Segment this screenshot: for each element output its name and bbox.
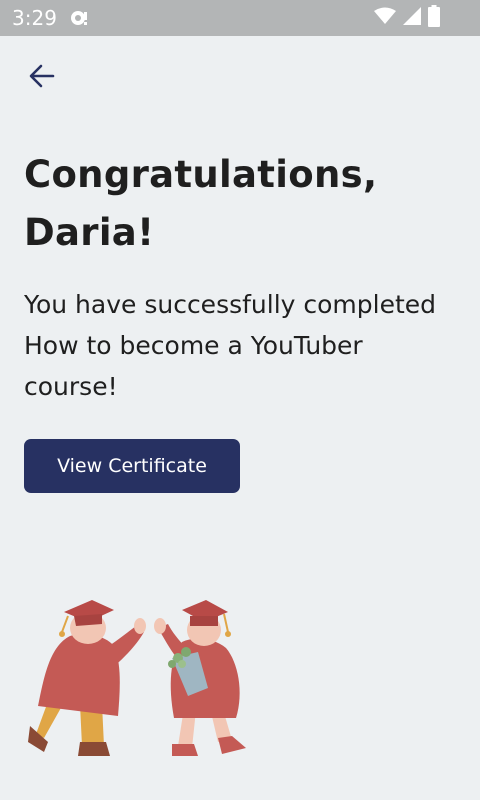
view-certificate-button[interactable]: View Certificate	[24, 439, 240, 493]
signal-icon	[402, 6, 422, 30]
wifi-icon	[374, 7, 396, 29]
back-button[interactable]	[26, 62, 58, 94]
status-time: 3:29	[12, 6, 57, 30]
completion-message: You have successfully completed How to b…	[24, 290, 437, 401]
notification-icon	[70, 9, 90, 27]
back-arrow-icon	[28, 62, 56, 94]
status-bar: 3:29	[0, 0, 480, 36]
page-title: Congratulations, Daria!	[24, 153, 378, 254]
battery-icon	[428, 5, 440, 31]
graduates-high-five-illustration	[22, 596, 262, 766]
status-icons	[374, 5, 440, 31]
